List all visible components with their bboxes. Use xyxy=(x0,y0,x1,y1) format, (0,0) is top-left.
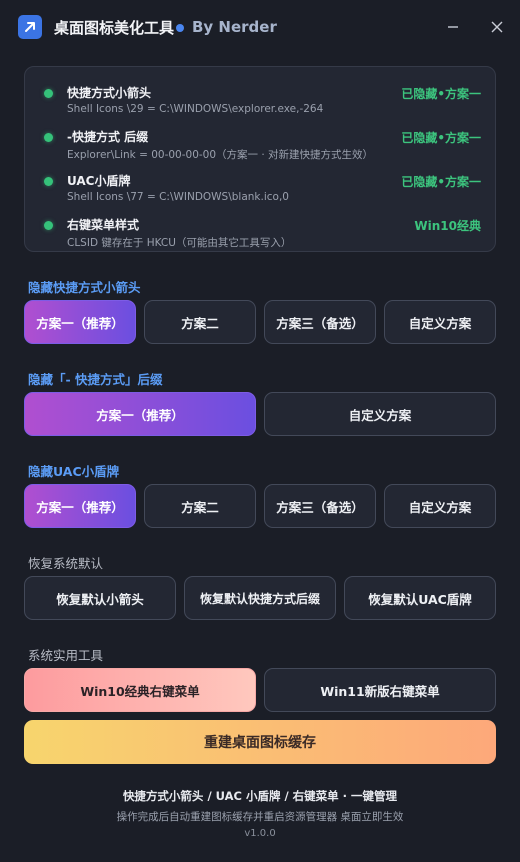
uac-custom-button[interactable]: 自定义方案 xyxy=(384,484,496,528)
status-value: 已隐藏•方案一 xyxy=(401,131,481,145)
status-name: -快捷方式 后缀 xyxy=(67,130,149,144)
section-label-tools: 系统实用工具 xyxy=(28,648,104,663)
arrow-scheme1-button[interactable]: 方案一（推荐） xyxy=(24,300,136,344)
status-name: 快捷方式小箭头 xyxy=(67,86,152,100)
footer-subtitle: 操作完成后自动重建图标缓存并重启资源管理器 桌面立即生效 xyxy=(116,811,404,823)
footer-title: 快捷方式小箭头 / UAC 小盾牌 / 右键菜单 · 一键管理 xyxy=(122,789,398,803)
title-separator-dot xyxy=(176,24,184,32)
arrow-scheme2-button[interactable]: 方案二 xyxy=(144,300,256,344)
status-ok-icon xyxy=(44,89,53,98)
minimize-icon xyxy=(448,26,458,28)
status-value: Win10经典 xyxy=(414,219,481,233)
rebuild-cache-button[interactable]: 重建桌面图标缓存 xyxy=(24,720,496,764)
status-detail: Shell Icons \77 = C:\WINDOWS\blank.ico,0 xyxy=(67,191,289,203)
status-row-arrow: 快捷方式小箭头 Shell Icons \29 = C:\WINDOWS\exp… xyxy=(25,72,497,115)
restore-uac-button[interactable]: 恢复默认UAC盾牌 xyxy=(344,576,496,620)
status-ok-icon xyxy=(44,177,53,186)
win11-menu-button[interactable]: Win11新版右键菜单 xyxy=(264,668,496,712)
status-name: 右键菜单样式 xyxy=(67,218,140,232)
status-name: UAC小盾牌 xyxy=(67,174,131,188)
close-icon xyxy=(491,21,503,33)
uac-scheme1-button[interactable]: 方案一（推荐） xyxy=(24,484,136,528)
restore-arrow-button[interactable]: 恢复默认小箭头 xyxy=(24,576,176,620)
app-title: 桌面图标美化工具 xyxy=(54,19,175,37)
section-label-uac: 隐藏UAC小盾牌 xyxy=(28,464,120,479)
status-ok-icon xyxy=(44,221,53,230)
section-label-suffix: 隐藏「- 快捷方式」后缀 xyxy=(28,372,163,387)
status-detail: Shell Icons \29 = C:\WINDOWS\explorer.ex… xyxy=(67,103,324,115)
status-row-suffix: -快捷方式 后缀 Explorer\Link = 00-00-00-00（方案一… xyxy=(25,116,497,161)
uac-scheme3-button[interactable]: 方案三（备选） xyxy=(264,484,376,528)
minimize-button[interactable] xyxy=(440,14,466,40)
suffix-custom-button[interactable]: 自定义方案 xyxy=(264,392,496,436)
arrow-scheme3-button[interactable]: 方案三（备选） xyxy=(264,300,376,344)
section-label-restore: 恢复系统默认 xyxy=(28,556,104,571)
app-logo-icon xyxy=(18,15,42,39)
status-value: 已隐藏•方案一 xyxy=(401,175,481,189)
section-label-arrow: 隐藏快捷方式小箭头 xyxy=(28,280,141,295)
status-detail: CLSID 键存在于 HKCU（可能由其它工具写入） xyxy=(67,237,292,249)
status-value: 已隐藏•方案一 xyxy=(401,87,481,101)
win10-menu-button[interactable]: Win10经典右键菜单 xyxy=(24,668,256,712)
close-button[interactable] xyxy=(484,14,510,40)
status-row-context-menu: 右键菜单样式 CLSID 键存在于 HKCU（可能由其它工具写入） Win10经… xyxy=(25,204,497,249)
uac-scheme2-button[interactable]: 方案二 xyxy=(144,484,256,528)
restore-suffix-button[interactable]: 恢复默认快捷方式后缀 xyxy=(184,576,336,620)
status-ok-icon xyxy=(44,133,53,142)
app-author: By Nerder xyxy=(192,18,277,36)
status-panel: 快捷方式小箭头 Shell Icons \29 = C:\WINDOWS\exp… xyxy=(24,66,496,252)
suffix-scheme1-button[interactable]: 方案一（推荐） xyxy=(24,392,256,436)
status-row-uac: UAC小盾牌 Shell Icons \77 = C:\WINDOWS\blan… xyxy=(25,160,497,203)
title-bar: 桌面图标美化工具 By Nerder xyxy=(0,0,520,54)
version-label: v1.0.0 xyxy=(244,828,276,839)
arrow-custom-button[interactable]: 自定义方案 xyxy=(384,300,496,344)
